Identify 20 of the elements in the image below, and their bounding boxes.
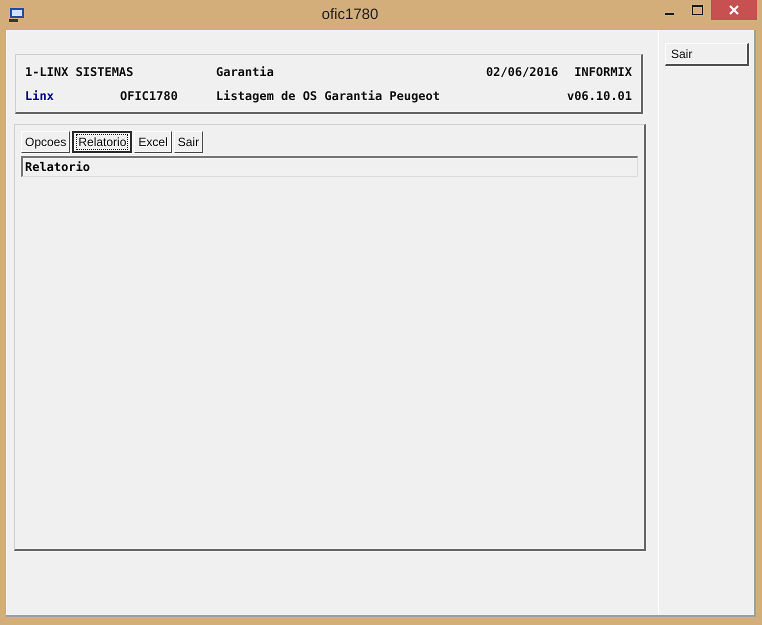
user-name: Linx <box>25 88 55 104</box>
date-text: 02/06/2016 <box>486 64 558 80</box>
database-name: INFORMIX <box>574 64 632 80</box>
app-icon <box>9 7 25 23</box>
window-title: ofic1780 <box>322 4 378 25</box>
company-name: 1-LINX SISTEMAS <box>25 64 134 80</box>
toolbar-button[interactable]: Relatorio <box>72 131 132 153</box>
toolbar-button[interactable]: Opcoes <box>21 131 70 153</box>
version-text: v06.10.01 <box>566 88 632 104</box>
toolbar-button[interactable]: Excel <box>134 131 172 153</box>
toolbar-button[interactable]: Sair <box>174 131 204 153</box>
program-code: OFIC1780 <box>120 88 179 104</box>
module-name: Garantia <box>216 64 275 80</box>
minimize-icon <box>664 12 674 14</box>
close-button[interactable] <box>711 0 757 20</box>
maximize-icon <box>692 5 702 15</box>
program-description: Listagem de OS Garantia Peugeot <box>216 88 441 104</box>
section-title: Relatorio <box>21 156 638 177</box>
side-button[interactable]: Sair <box>665 43 749 66</box>
close-icon <box>729 5 739 15</box>
